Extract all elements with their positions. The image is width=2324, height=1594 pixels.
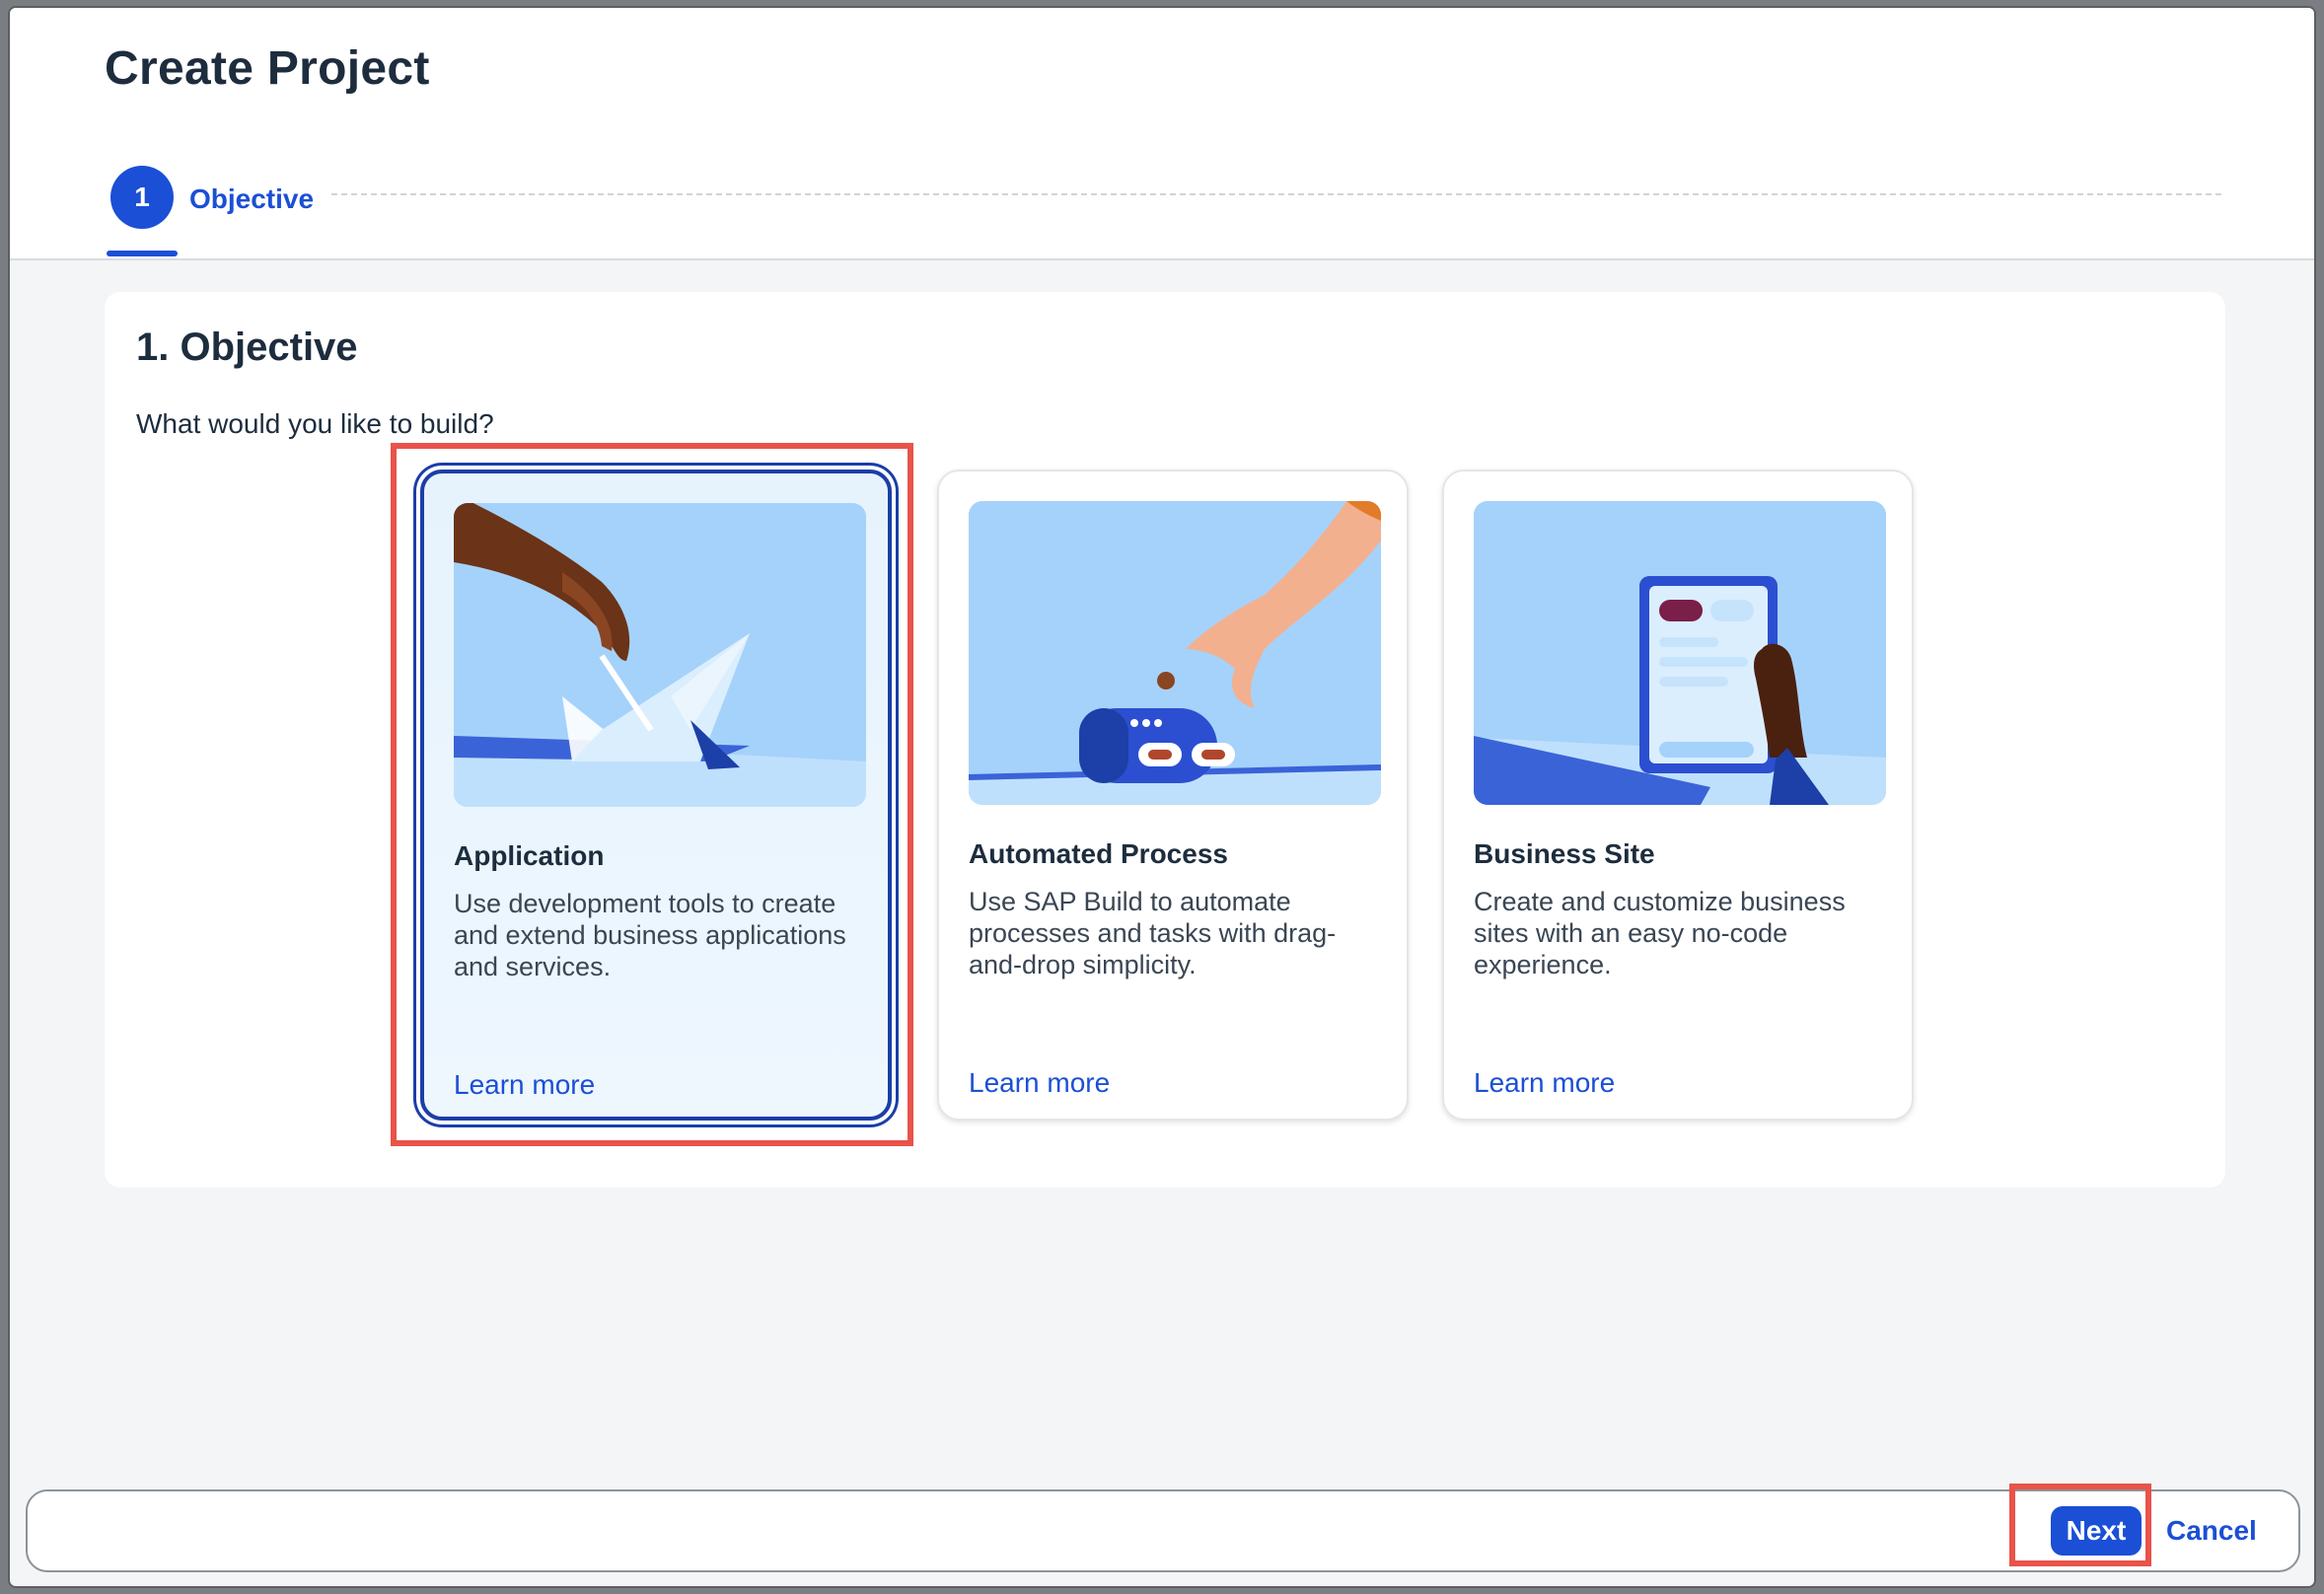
automated-process-illustration: [969, 501, 1381, 805]
card-title: Business Site: [1474, 838, 1655, 869]
dialog-footer: [26, 1489, 2300, 1572]
step-1-indicator[interactable]: 1: [110, 166, 174, 229]
learn-more-link[interactable]: Learn more: [454, 1069, 595, 1101]
objective-panel: 1. Objective What would you like to buil…: [105, 292, 2225, 1188]
create-project-dialog: Create Project 1 Objective 1. Objective …: [10, 8, 2314, 1586]
active-step-underline: [107, 251, 178, 256]
card-description: Create and customize business sites with…: [1474, 887, 1846, 979]
next-button[interactable]: Next: [2051, 1506, 2142, 1556]
automated-process-card[interactable]: Automated Process Use SAP Build to autom…: [937, 470, 1409, 1121]
card-title: Application: [454, 840, 605, 871]
dialog-header: Create Project 1 Objective: [10, 8, 2314, 260]
section-title: 1. Objective: [136, 326, 358, 369]
cancel-button[interactable]: Cancel: [2166, 1506, 2257, 1556]
learn-more-link[interactable]: Learn more: [969, 1067, 1110, 1099]
card-title: Automated Process: [969, 838, 1228, 869]
business-site-illustration: [1474, 501, 1886, 805]
learn-more-link[interactable]: Learn more: [1474, 1067, 1615, 1099]
application-illustration: [454, 503, 866, 807]
step-progress-line: [331, 193, 2221, 195]
card-description: Use development tools to create and exte…: [454, 889, 846, 981]
dialog-title: Create Project: [105, 42, 430, 95]
step-1-label[interactable]: Objective: [189, 183, 314, 215]
section-question: What would you like to build?: [136, 408, 494, 439]
card-description: Use SAP Build to automate processes and …: [969, 887, 1337, 979]
business-site-card[interactable]: Business Site Create and customize busin…: [1442, 470, 1914, 1121]
application-card[interactable]: Application Use development tools to cre…: [420, 470, 892, 1121]
